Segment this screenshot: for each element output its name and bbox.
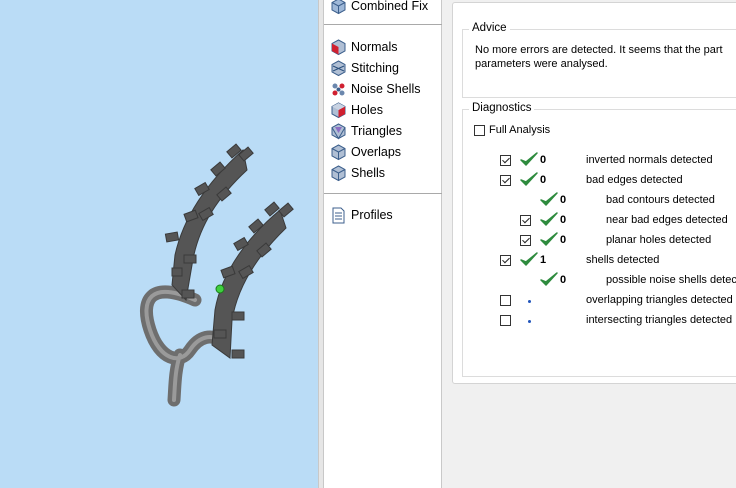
diagnostic-label: overlapping triangles detected [586,294,733,306]
3d-viewport[interactable] [0,0,318,488]
ok-check-icon [540,272,558,286]
sidebar-item-label: Noise Shells [351,82,421,96]
diagnostic-checkbox[interactable] [520,235,531,246]
pending-dot-icon [528,300,531,303]
diagnostic-count: 1 [540,254,547,266]
diagnostic-label: shells detected [586,254,660,266]
holes-icon [331,101,346,118]
normals-icon [331,38,346,55]
sidebar-item-triangles[interactable]: Triangles [330,121,402,141]
sidebar-item-label: Overlaps [351,145,402,159]
sidebar-item-normals[interactable]: Normals [330,37,398,57]
sidebar-item-label: Profiles [351,208,393,222]
sidebar-item-label: Stitching [351,61,399,75]
ok-check-icon [520,172,538,186]
document-icon [332,207,345,223]
diagnostic-checkbox[interactable] [500,315,511,326]
bracket-right [211,201,294,359]
diagnostic-label: planar holes detected [606,234,712,246]
diagnostic-label: bad edges detected [586,174,683,186]
analysis-frame: Advice No more errors are detected. It s… [452,2,736,384]
fix-tools-sidebar: Combined Fix Normals Stitching Noise She… [324,0,442,488]
ok-check-icon [520,252,538,266]
diagnostic-checkbox[interactable] [500,155,511,166]
ok-check-icon [540,212,558,226]
sidebar-item-label: Combined Fix [351,0,429,13]
diagnostic-count: 0 [560,214,567,226]
advice-title: Advice [469,22,510,34]
ok-check-icon [540,192,558,206]
diagnostic-checkbox[interactable] [500,295,511,306]
diagnostic-count: 0 [540,154,547,166]
sidebar-item-noise-shells[interactable]: Noise Shells [330,79,420,99]
sidebar-separator [324,193,442,194]
diagnostic-label: near bad edges detected [606,214,728,226]
diagnostic-label: intersecting triangles detected [586,314,733,326]
full-analysis-checkbox[interactable] [474,125,485,136]
sidebar-item-label: Holes [351,103,383,117]
diagnostic-checkbox[interactable] [500,255,511,266]
sidebar-item-profiles[interactable]: Profiles [330,205,393,225]
pick-point-marker [215,284,225,294]
diagnostic-count: 0 [560,234,567,246]
diagnostic-checkbox[interactable] [520,215,531,226]
full-analysis-label: Full Analysis [489,124,551,136]
diagnostic-label: possible noise shells detec [606,274,736,286]
diagnostic-count: 0 [560,194,567,206]
sidebar-item-combined-fix[interactable]: Combined Fix [330,0,428,16]
sidebar-item-holes[interactable]: Holes [330,100,383,120]
diagnostics-title: Diagnostics [469,102,535,114]
cube-icon [331,0,346,14]
advice-line-1: No more errors are detected. It seems th… [475,44,723,56]
pending-dot-icon [528,320,531,323]
sidebar-item-label: Normals [351,40,398,54]
triangles-icon [331,122,346,139]
shells-icon [331,164,346,181]
sidebar-item-label: Shells [351,166,386,180]
ok-check-icon [540,232,558,246]
sidebar-item-stitching[interactable]: Stitching [330,58,399,78]
sidebar-item-shells[interactable]: Shells [330,163,385,183]
ok-check-icon [520,152,538,166]
sidebar-item-label: Triangles [351,124,402,138]
analysis-panel: Advice No more errors are detected. It s… [443,0,736,488]
overlaps-icon [331,143,346,160]
sidebar-separator [324,24,442,25]
advice-message: No more errors are detected. It seems th… [475,43,723,71]
diagnostic-label: bad contours detected [606,194,715,206]
stitching-icon [331,59,346,76]
diagnostic-count: 0 [540,174,547,186]
diagnostic-checkbox[interactable] [500,175,511,186]
noise-shells-icon [332,83,345,95]
diagnostic-count: 0 [560,274,567,286]
diagnostic-label: inverted normals detected [586,154,713,166]
advice-line-2: parameters were analysed. [475,58,608,70]
sidebar-item-overlaps[interactable]: Overlaps [330,142,401,162]
part-model[interactable] [0,0,318,488]
